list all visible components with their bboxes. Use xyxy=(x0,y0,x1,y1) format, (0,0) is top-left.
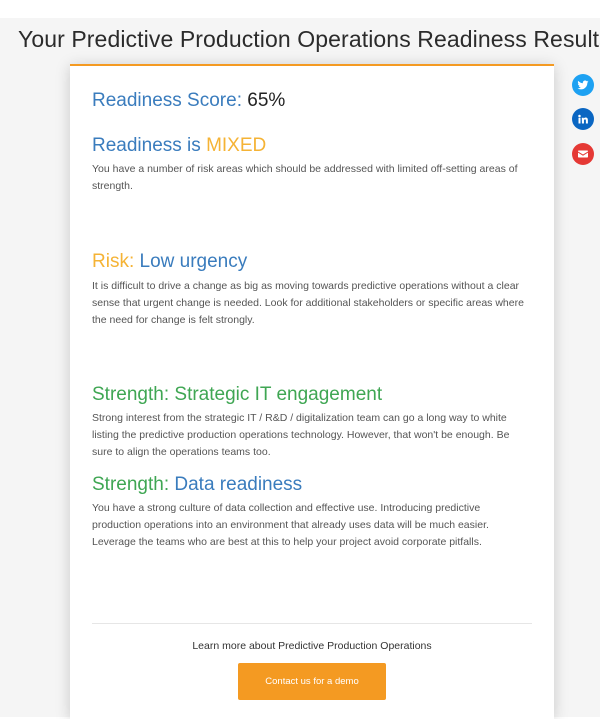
divider xyxy=(92,623,532,624)
email-icon xyxy=(577,148,589,160)
contact-demo-button[interactable]: Contact us for a demo xyxy=(238,663,386,700)
readiness-score: Readiness Score: 65% xyxy=(92,90,285,112)
results-card: Readiness Score: 65% Readiness is MIXED … xyxy=(70,64,554,719)
result-type: Strength: xyxy=(92,384,170,405)
result-heading-risk: Risk: Low urgency xyxy=(92,251,247,273)
result-name: Data readiness xyxy=(174,474,303,495)
result-heading-strength-data: Strength: Data readiness xyxy=(92,474,302,496)
linkedin-icon xyxy=(577,113,589,125)
score-value: 65% xyxy=(247,90,286,111)
learn-more-text: Learn more about Predictive Production O… xyxy=(192,640,432,652)
readiness-heading: Readiness is MIXED xyxy=(92,135,266,157)
result-description-risk: It is difficult to drive a change as big… xyxy=(92,280,524,326)
result-heading-strength-it: Strength: Strategic IT engagement xyxy=(92,384,382,406)
linkedin-share-button[interactable] xyxy=(572,108,594,130)
readiness-heading-value: MIXED xyxy=(206,135,267,156)
result-type: Risk: xyxy=(92,251,135,272)
readiness-heading-prefix: Readiness is xyxy=(92,135,201,156)
twitter-share-button[interactable] xyxy=(572,74,594,96)
result-description-strength-it: Strong interest from the strategic IT / … xyxy=(92,412,510,458)
readiness-description: You have a number of risk areas which sh… xyxy=(92,163,518,192)
result-name: Low urgency xyxy=(139,251,248,272)
score-label: Readiness Score: xyxy=(92,90,242,111)
result-type: Strength: xyxy=(92,474,170,495)
result-description-strength-data: You have a strong culture of data collec… xyxy=(92,502,489,548)
twitter-icon xyxy=(577,79,589,91)
result-name: Strategic IT engagement xyxy=(174,384,383,405)
page-title: Your Predictive Production Operations Re… xyxy=(18,26,600,52)
email-share-button[interactable] xyxy=(572,143,594,165)
